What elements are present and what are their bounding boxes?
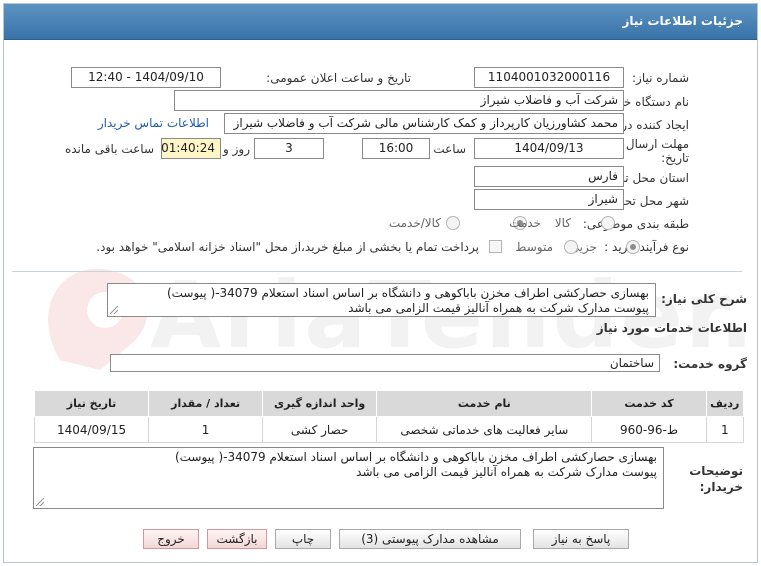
cell-service-code: ط-96-960 <box>591 416 707 443</box>
deadline-date-field: 1404/09/13 <box>474 138 624 159</box>
process-radio-medium[interactable] <box>564 240 578 254</box>
deadline-time-label: ساعت <box>433 142 466 156</box>
category-option-service: خدمت <box>509 216 541 230</box>
process-type-label: نوع فرآیند خرید : <box>604 240 689 254</box>
buyer-notes-line-1: بهسازی حصارکشی اطراف مخزن باباکوهی و دان… <box>174 450 657 464</box>
buyer-org-field: شرکت آب و فاضلاب شیراز <box>174 90 624 111</box>
category-option-goods-service: کالا/خدمت <box>388 216 441 230</box>
description-label: شرح کلی نیاز: <box>661 292 747 306</box>
description-line-2: پیوست مدارک شرکت به همراه آنالیز قیمت ال… <box>348 301 649 315</box>
services-table: ردیف کد خدمت نام خدمت واحد اندازه گیری ت… <box>33 390 745 443</box>
print-button[interactable]: چاپ <box>275 529 331 549</box>
resize-grip-icon[interactable] <box>36 498 44 506</box>
cell-service-name: سایر فعالیت های خدماتی شخصی <box>376 416 593 443</box>
province-field: فارس <box>474 166 624 187</box>
col-header-name: نام خدمت <box>376 390 593 417</box>
col-header-unit: واحد اندازه گیری <box>262 390 378 417</box>
cell-need-date: 1404/09/15 <box>33 416 150 443</box>
remaining-time-label: ساعت باقی مانده <box>64 142 154 156</box>
category-option-goods: کالا <box>554 216 571 230</box>
process-option-medium: متوسط <box>515 240 553 254</box>
cell-unit: حصار کشی <box>262 416 378 443</box>
days-label: روز و <box>223 142 250 156</box>
buyer-notes-label-2: خریدار: <box>699 480 743 494</box>
category-label: طبقه بندی موضوعی: <box>582 217 689 231</box>
deadline-date-label: تاریخ: <box>661 151 689 165</box>
view-attachments-button[interactable]: مشاهده مدارک پیوستی (3) <box>339 529 521 549</box>
exit-button[interactable]: خروج <box>143 529 199 549</box>
col-header-code: کد خدمت <box>591 390 707 417</box>
deadline-time-field: 16:00 <box>362 138 430 159</box>
category-radio-goods-service[interactable] <box>446 216 460 230</box>
treasury-note: پرداخت تمام یا بخشی از مبلغ خرید،از محل … <box>96 240 479 254</box>
announce-date-field: 1404/09/10 - 12:40 <box>71 67 221 88</box>
need-number-field: 1104001032000116 <box>474 67 624 88</box>
creator-field: محمد کشاورزیان کارپرداز و کمک کارشناس ما… <box>224 113 624 134</box>
title-bar: جزئیات اطلاعات نیاز <box>4 4 757 40</box>
section-divider <box>12 271 742 272</box>
description-textarea[interactable]: بهسازی حصارکشی اطراف مخزن باباکوهی و دان… <box>107 283 656 317</box>
col-header-quantity: تعداد / مقدار <box>148 390 264 417</box>
page-title: جزئیات اطلاعات نیاز <box>622 14 743 28</box>
buyer-contact-link[interactable]: اطلاعات تماس خریدار <box>98 116 209 130</box>
need-number-label: شماره نیاز: <box>632 71 689 85</box>
table-row: 1 ط-96-960 سایر فعالیت های خدماتی شخصی ح… <box>33 416 745 443</box>
remaining-time-field: 01:40:24 <box>161 138 221 159</box>
resize-grip-icon[interactable] <box>110 306 118 314</box>
process-radio-minor[interactable] <box>626 240 640 254</box>
cell-quantity: 1 <box>148 416 264 443</box>
back-button[interactable]: بازگشت <box>207 529 267 549</box>
service-group-label: گروه خدمت: <box>673 357 747 371</box>
col-header-need-date: تاریخ نیاز <box>33 390 150 417</box>
buyer-notes-textarea[interactable]: بهسازی حصارکشی اطراف مخزن باباکوهی و دان… <box>33 447 664 509</box>
reply-button[interactable]: پاسخ به نیاز <box>533 529 629 549</box>
description-line-1: بهسازی حصارکشی اطراف مخزن باباکوهی و دان… <box>166 286 649 300</box>
remaining-days-field: 3 <box>254 138 324 159</box>
treasury-checkbox[interactable] <box>489 240 502 253</box>
col-header-row: ردیف <box>705 390 745 417</box>
buyer-notes-line-2: پیوست مدارک شرکت به همراه آنالیز قیمت ال… <box>356 465 657 479</box>
city-field: شیراز <box>474 189 624 210</box>
service-group-field: ساختمان <box>110 354 660 372</box>
cell-row-number: 1 <box>705 416 745 443</box>
announce-date-label: تاریخ و ساعت اعلان عمومی: <box>266 71 411 85</box>
buyer-notes-label-1: توضیحات <box>689 464 743 478</box>
category-radio-goods[interactable] <box>601 216 615 230</box>
services-section-title: اطلاعات خدمات مورد نیاز <box>596 321 747 335</box>
